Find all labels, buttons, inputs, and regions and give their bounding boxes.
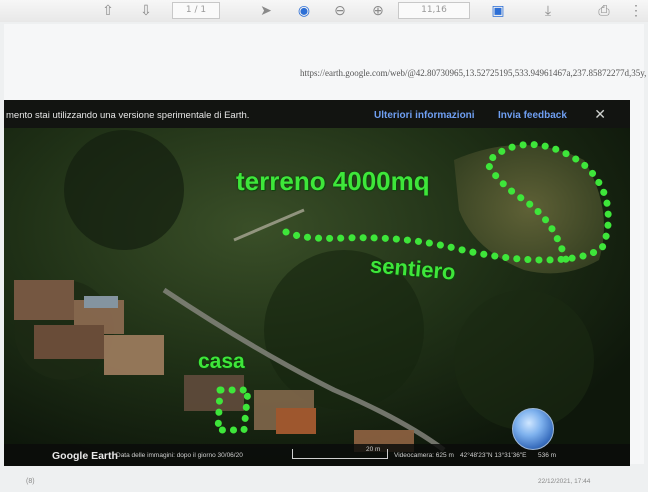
download-icon[interactable]: ⤓: [540, 2, 556, 18]
hand-icon[interactable]: ◉: [296, 2, 312, 18]
print-icon[interactable]: ⎙: [596, 2, 612, 18]
menu-icon[interactable]: ⋮: [628, 2, 644, 18]
footer-left: (8): [26, 478, 35, 485]
page-url: https://earth.google.com/web/@42.8073096…: [300, 68, 647, 78]
up-arrow-icon[interactable]: ⇧: [100, 2, 116, 18]
zoom-out-icon[interactable]: ⊖: [332, 2, 348, 18]
scale-label: 20 m: [366, 446, 381, 453]
zoom-field[interactable]: 11,16: [398, 2, 470, 19]
save-icon[interactable]: ▣: [490, 2, 506, 18]
down-arrow-icon[interactable]: ⇩: [138, 2, 154, 18]
house-outline: [214, 386, 252, 434]
camera-altitude: Videocamera: 625 m: [394, 452, 454, 459]
path-outline: [282, 141, 612, 270]
zoom-in-icon[interactable]: ⊕: [370, 2, 386, 18]
footer-timestamp: 22/12/2021, 17:44: [538, 478, 591, 485]
globe-icon[interactable]: [512, 408, 554, 450]
house-label: casa: [198, 350, 245, 373]
coordinates: 42°48'23"N 13°31'36"E: [460, 452, 527, 459]
terrain-label: terreno 4000mq: [236, 166, 430, 196]
imagery-date: Data delle immagini: dopo il giorno 30/0…: [116, 452, 243, 459]
viewer-toolbar: ⇧ ⇩ 1 / 1 ➤ ◉ ⊖ ⊕ 11,16 ▣ ⤓ ⎙ ⋮: [0, 0, 648, 22]
google-earth-logo: Google Earth: [52, 450, 118, 462]
elevation: 536 m: [538, 452, 557, 459]
page-number-field[interactable]: 1 / 1: [172, 2, 220, 19]
cursor-icon[interactable]: ➤: [258, 2, 274, 18]
